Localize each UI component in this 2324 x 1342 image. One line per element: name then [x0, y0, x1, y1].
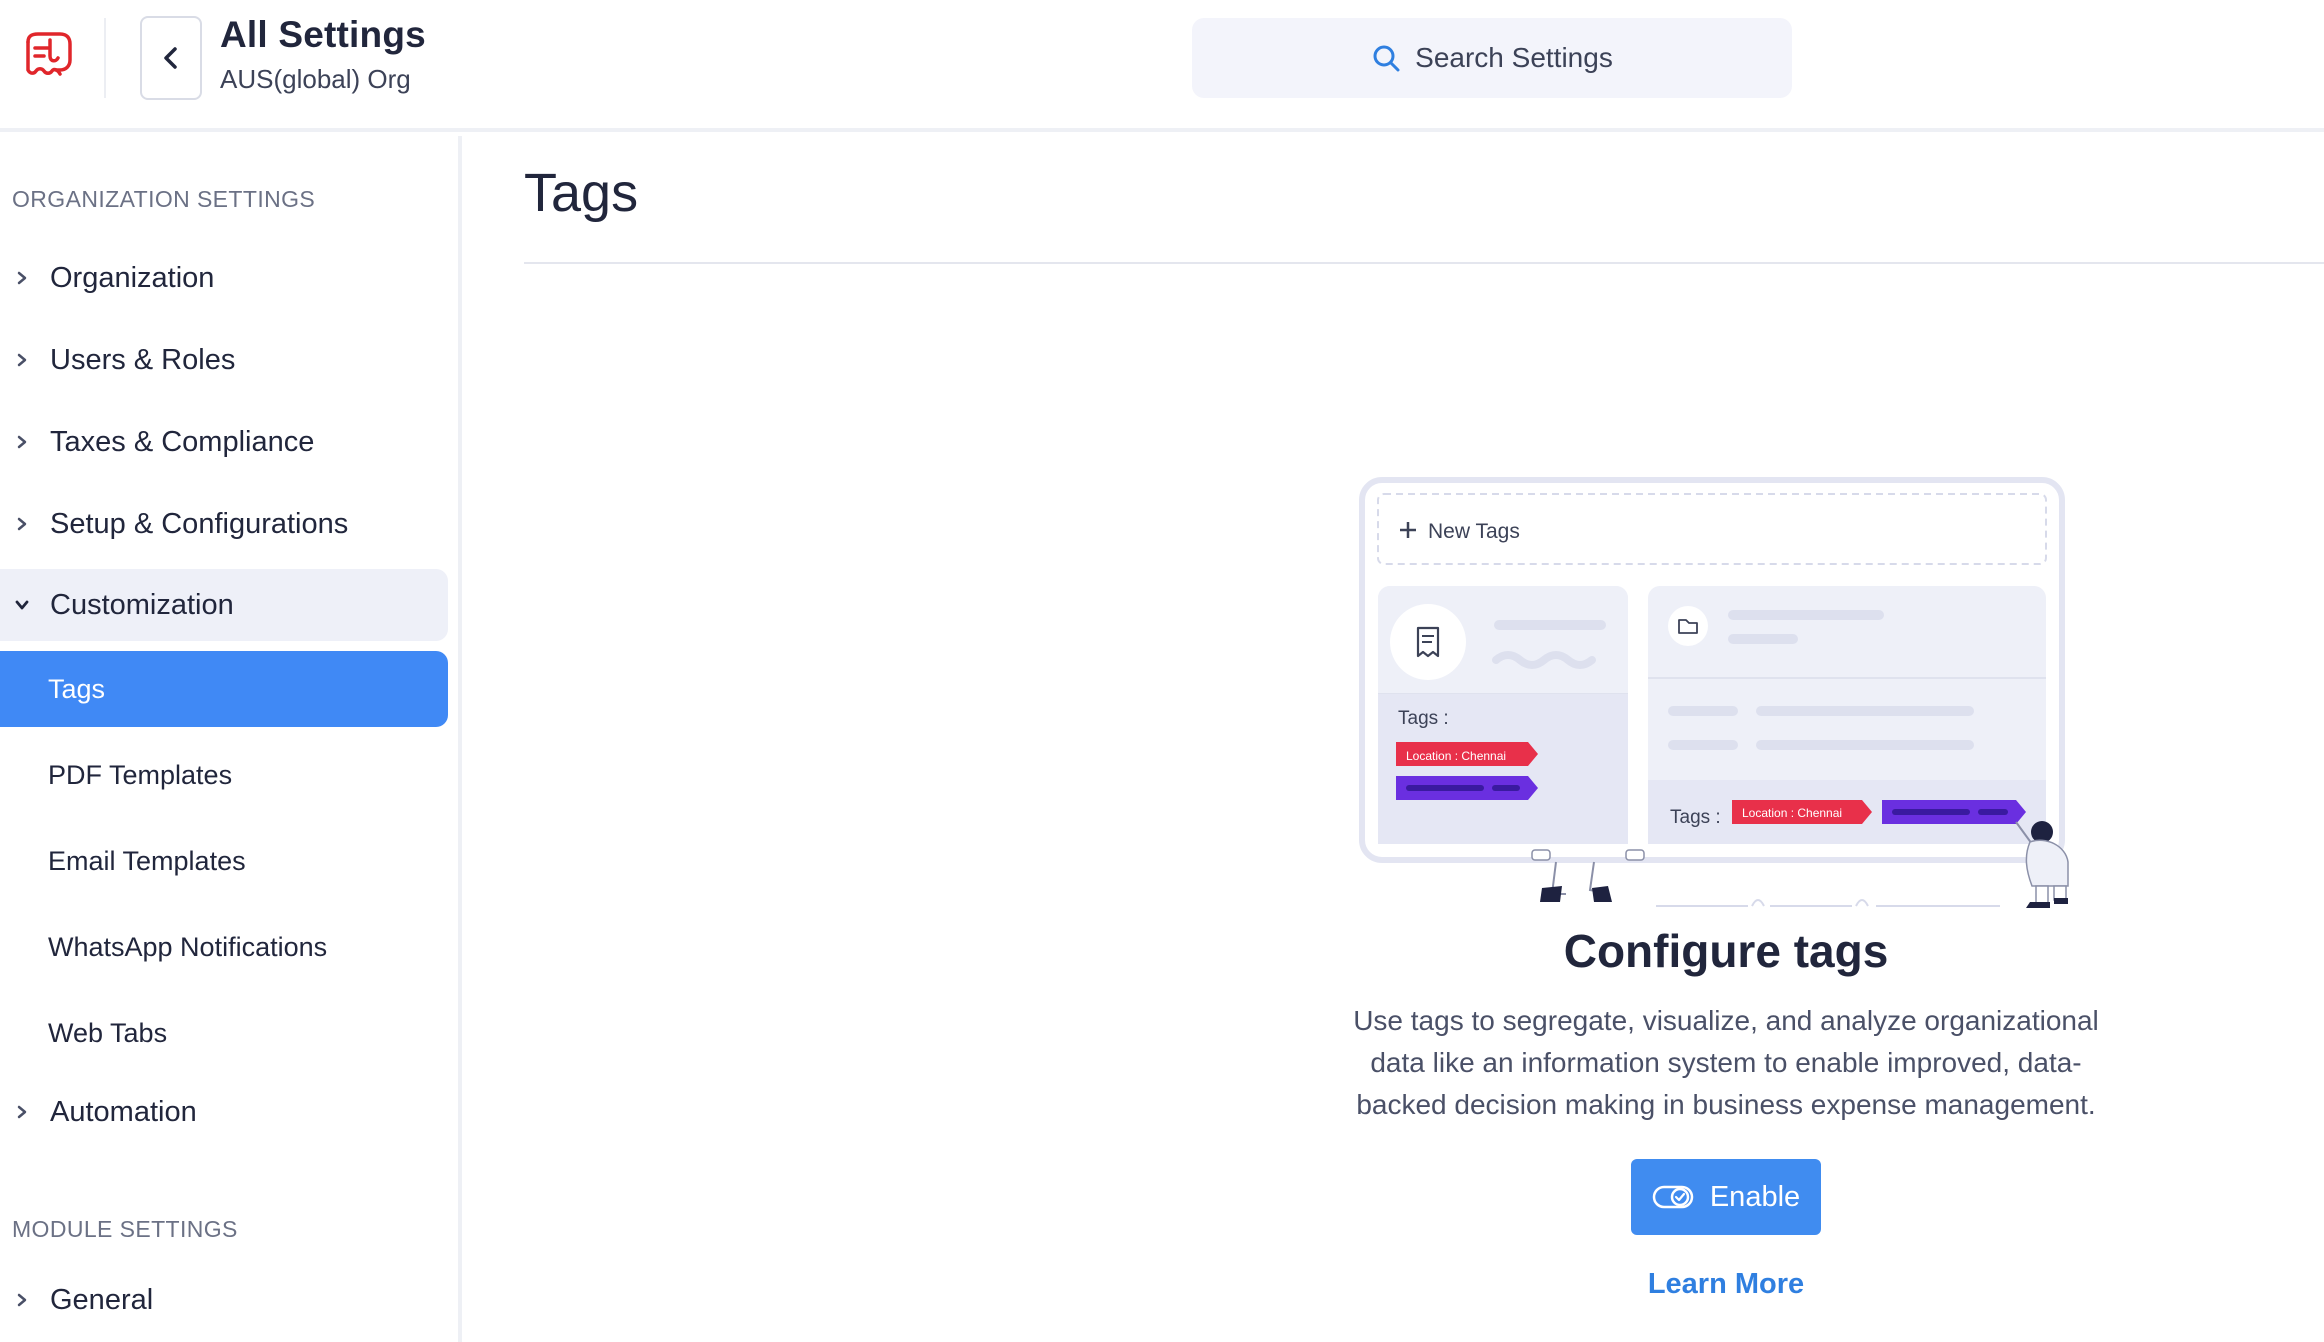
app-header: All Settings AUS(global) Org Search Sett…	[0, 0, 2324, 132]
chevron-right-icon	[14, 1104, 30, 1120]
sidebar-subitem-label: Email Templates	[48, 845, 246, 876]
app-logo-icon[interactable]	[20, 30, 78, 86]
learn-more-link[interactable]: Learn More	[1526, 1268, 1926, 1301]
settings-sidebar: ORGANIZATION SETTINGS Organization Users…	[0, 136, 462, 1342]
sidebar-item-automation[interactable]: Automation	[0, 1076, 448, 1148]
sidebar-item-general[interactable]: General	[0, 1264, 448, 1336]
illus-tag-chip: Location : Chennai	[1406, 749, 1506, 763]
chevron-right-icon	[14, 1292, 30, 1308]
sidebar-item-label: Organization	[50, 261, 215, 294]
sidebar-item-users-roles[interactable]: Users & Roles	[0, 324, 448, 396]
header-divider	[104, 18, 106, 98]
sidebar-item-label: Taxes & Compliance	[50, 425, 315, 458]
description-line: data like an information system to enabl…	[1370, 1047, 2082, 1078]
back-button[interactable]	[140, 16, 202, 100]
chevron-right-icon	[14, 434, 30, 450]
sidebar-item-label: Users & Roles	[50, 343, 236, 376]
tags-illustration: New Tags Tags : Location : Chennai Tags …	[1359, 477, 2069, 908]
chevron-right-icon	[14, 270, 30, 286]
sidebar-item-customization[interactable]: Customization	[0, 569, 448, 641]
sidebar-item-label: General	[50, 1283, 154, 1316]
sidebar-subitem-whatsapp-notifications[interactable]: WhatsApp Notifications	[0, 909, 448, 985]
sidebar-subitem-label: WhatsApp Notifications	[48, 931, 328, 962]
sidebar-subitem-label: Web Tabs	[48, 1017, 168, 1048]
description-line: backed decision making in business expen…	[1356, 1089, 2096, 1120]
sidebar-item-label: Customization	[50, 588, 234, 621]
sidebar-subitem-tags[interactable]: Tags	[0, 651, 448, 727]
search-icon	[1373, 45, 1400, 72]
sidebar-item-setup-configurations[interactable]: Setup & Configurations	[0, 488, 448, 560]
description-line: Use tags to segregate, visualize, and an…	[1353, 1005, 2099, 1036]
chevron-right-icon	[14, 516, 30, 532]
title-divider	[524, 262, 2324, 264]
chevron-down-icon	[14, 597, 30, 613]
header-title: All Settings	[220, 14, 426, 55]
illus-new-tags-text: New Tags	[1428, 520, 1520, 543]
sidebar-subitem-pdf-templates[interactable]: PDF Templates	[0, 737, 448, 813]
illus-tags-label: Tags :	[1398, 708, 1449, 729]
sidebar-item-label: Setup & Configurations	[50, 507, 349, 540]
sidebar-subitem-label: Tags	[48, 673, 106, 704]
sidebar-item-organization[interactable]: Organization	[0, 242, 448, 314]
illus-tags-label-2: Tags :	[1670, 807, 1721, 828]
org-name: AUS(global) Org	[220, 64, 411, 94]
sidebar-subitem-email-templates[interactable]: Email Templates	[0, 823, 448, 899]
search-placeholder: Search Settings	[1415, 42, 1613, 73]
module-settings-label: MODULE SETTINGS	[12, 1216, 238, 1242]
illus-tag-chip-2: Location : Chennai	[1742, 806, 1842, 820]
sidebar-item-taxes-compliance[interactable]: Taxes & Compliance	[0, 406, 448, 478]
enable-button[interactable]: Enable	[1631, 1159, 1821, 1235]
sidebar-subitem-label: PDF Templates	[48, 759, 233, 790]
chevron-left-icon	[164, 47, 177, 69]
org-settings-label: ORGANIZATION SETTINGS	[12, 186, 316, 212]
sidebar-item-label: Automation	[50, 1095, 197, 1128]
enable-button-label: Enable	[1709, 1180, 1801, 1213]
chevron-right-icon	[14, 352, 30, 368]
configure-tags-title: Configure tags	[1563, 925, 1889, 977]
search-input[interactable]: Search Settings	[1192, 18, 1792, 98]
configure-tags-description: Use tags to segregate, visualize, and an…	[1316, 1000, 2136, 1126]
page-title: Tags	[524, 163, 639, 223]
sidebar-subitem-web-tabs[interactable]: Web Tabs	[0, 995, 448, 1071]
toggle-check-icon	[1652, 1185, 1694, 1209]
